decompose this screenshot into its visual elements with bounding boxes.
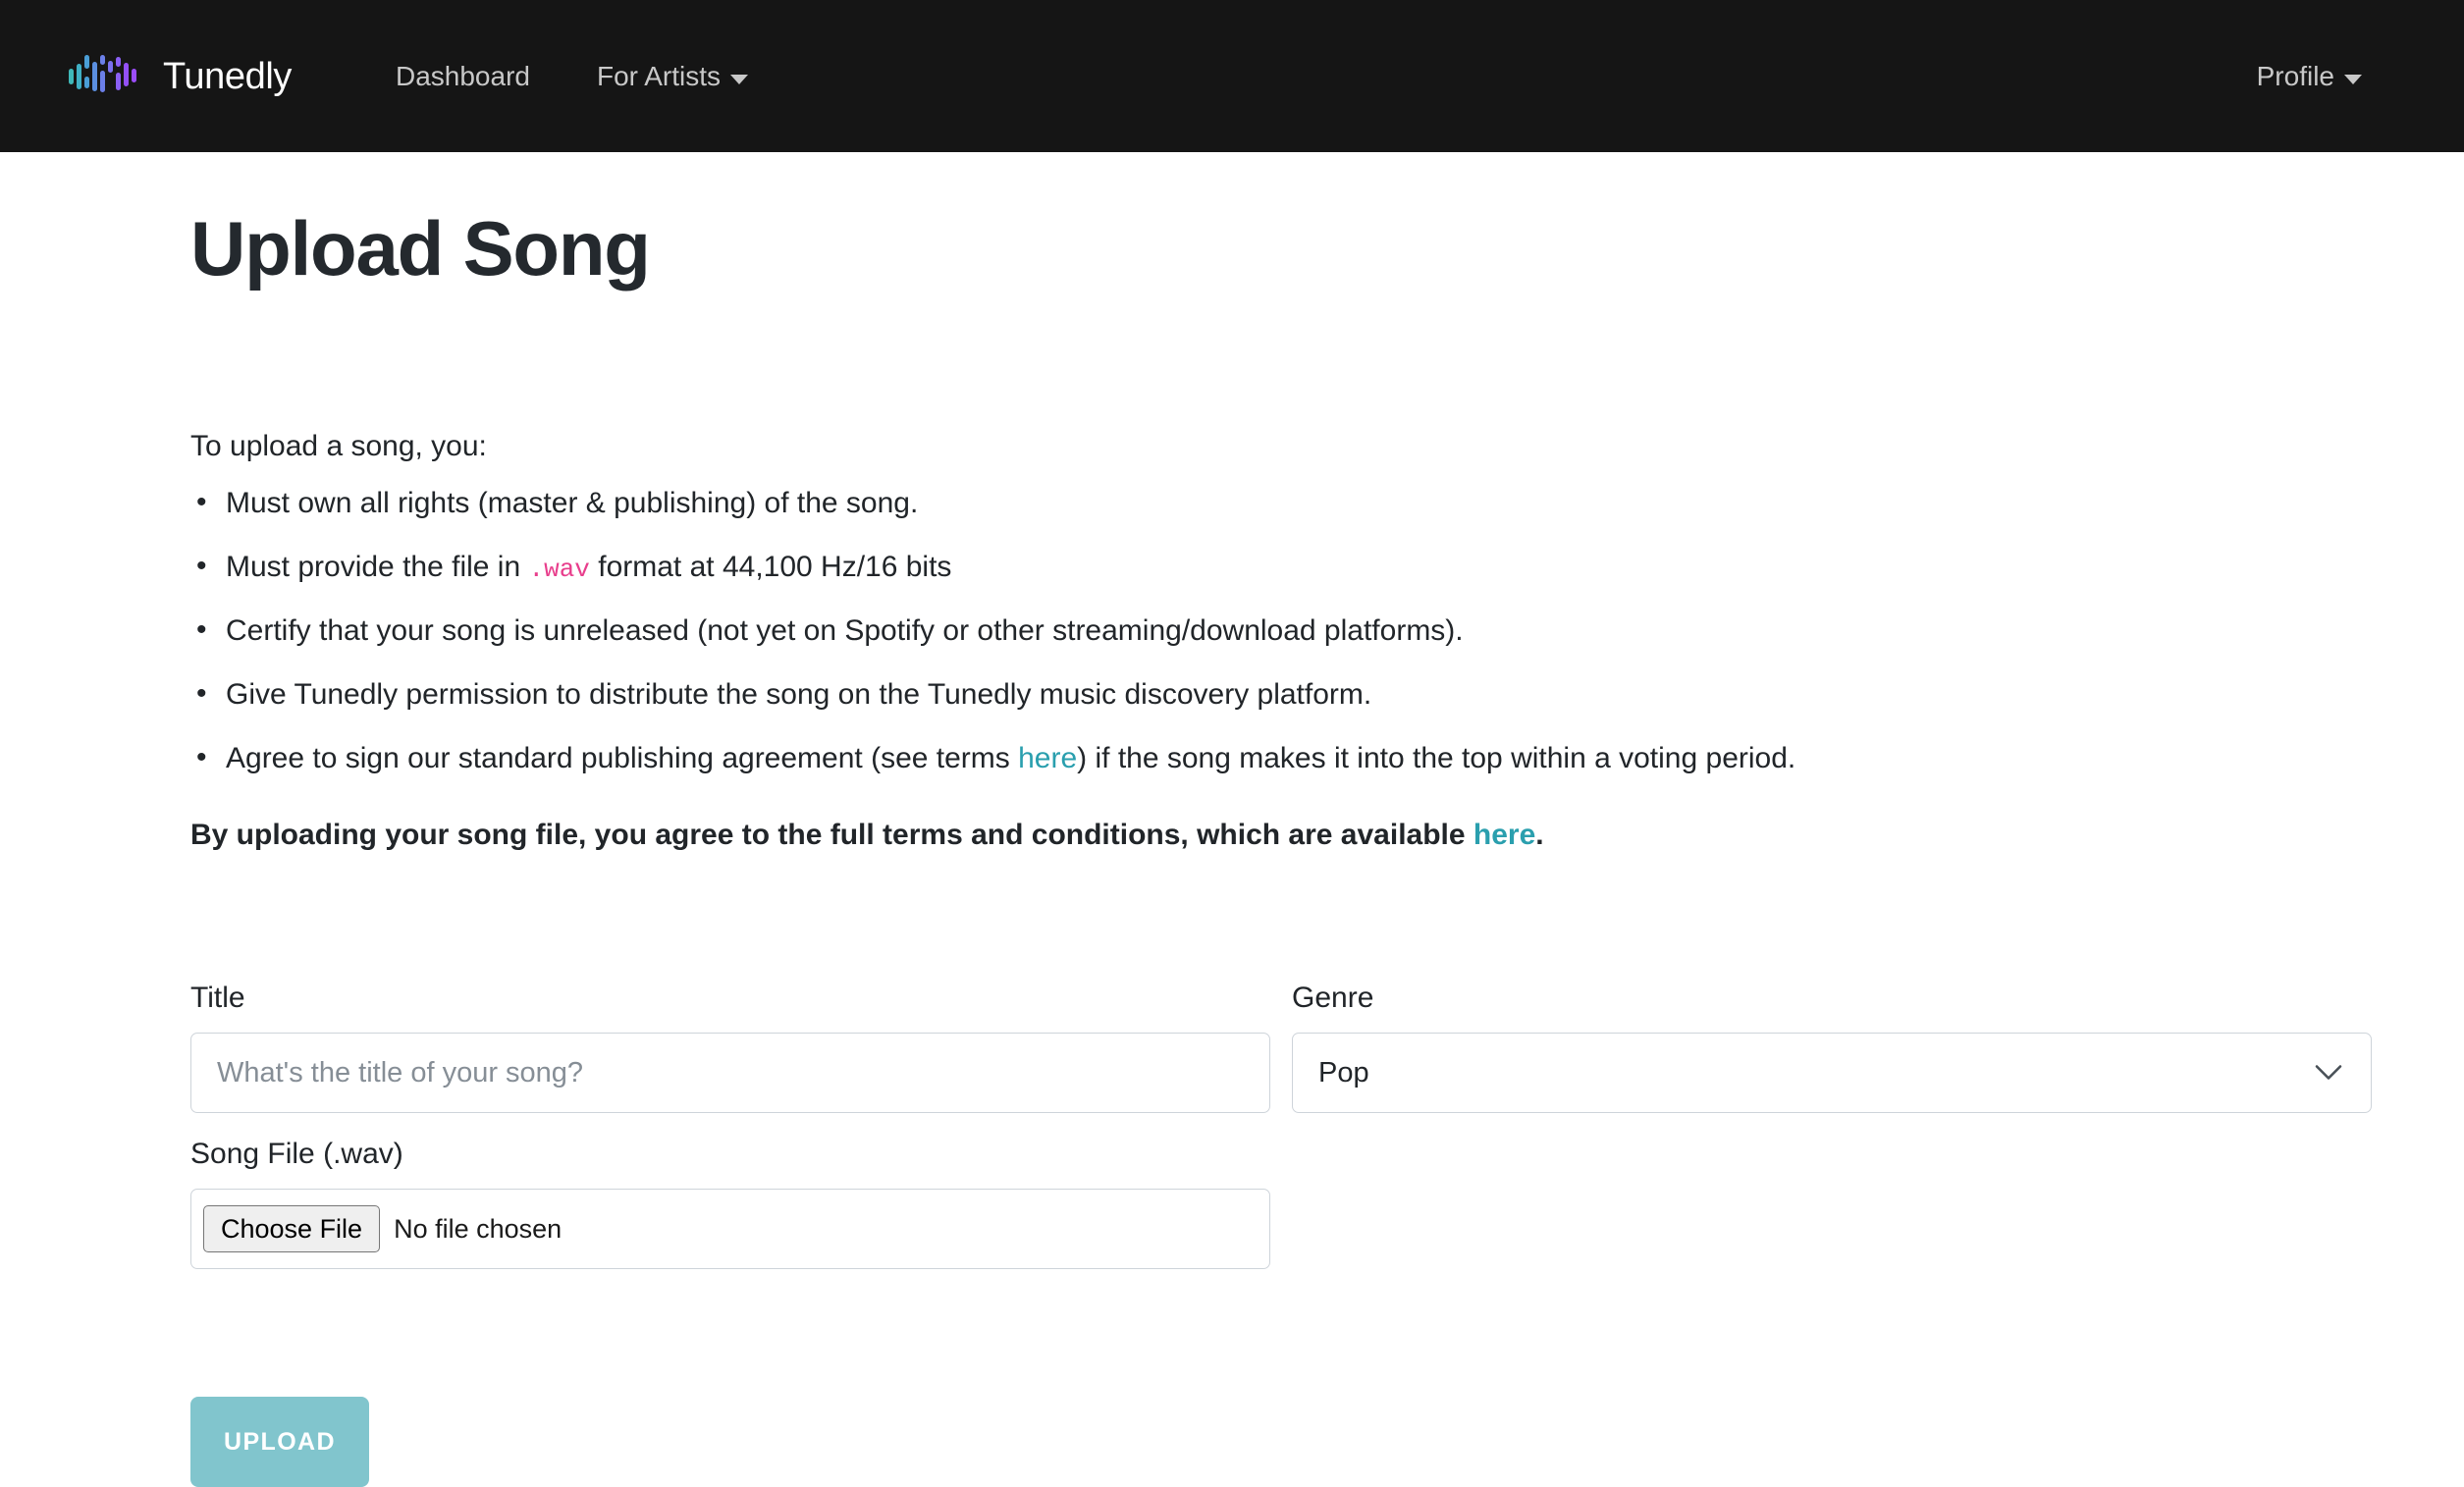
profile-menu-label: Profile	[2256, 60, 2334, 91]
nav-link-dashboard-label: Dashboard	[395, 60, 530, 91]
form-row-title-genre: Title Song File (.wav) Choose File No fi…	[190, 979, 2385, 1291]
title-label: Title	[190, 982, 245, 1015]
requirement-item: Must own all rights (master & publishing…	[190, 479, 2385, 527]
chevron-down-icon	[2344, 74, 2362, 84]
upload-submit-button[interactable]: UPLOAD	[190, 1397, 369, 1487]
agreement-notice: By uploading your song file, you agree t…	[190, 812, 2385, 859]
requirement-text: format at 44,100 Hz/16 bits	[589, 551, 952, 584]
upload-requirements-section: To upload a song, you: Must own all righ…	[190, 423, 2385, 859]
requirements-lead: To upload a song, you:	[190, 430, 487, 463]
choose-file-button[interactable]: Choose File	[203, 1204, 381, 1253]
requirements-list: Must own all rights (master & publishing…	[190, 479, 2385, 782]
requirement-text: Must provide the file in	[226, 551, 529, 584]
file-format-code: .wav	[528, 555, 590, 585]
tunedly-waveform-logo-icon	[69, 54, 136, 92]
primary-nav: Dashboard For Artists	[362, 49, 2223, 104]
profile-menu[interactable]: Profile	[2223, 49, 2395, 104]
agreement-text-before: By uploading your song file, you agree t…	[190, 819, 1473, 852]
nav-right-group: Profile	[2223, 49, 2395, 104]
requirement-text: Agree to sign our standard publishing ag…	[226, 742, 1019, 775]
page-title: Upload Song	[190, 205, 651, 292]
nav-link-for-artists-label: For Artists	[596, 60, 721, 91]
genre-select-wrapper: Pop	[1292, 1033, 2372, 1114]
brand-name: Tunedly	[163, 55, 292, 97]
field-group-song-file: Song File (.wav) Choose File No file cho…	[190, 1135, 1270, 1270]
field-group-title: Title	[190, 979, 1270, 1114]
file-chosen-status: No file chosen	[394, 1213, 562, 1244]
agreement-terms-link[interactable]: here	[1473, 819, 1535, 851]
song-file-label: Song File (.wav)	[190, 1138, 403, 1171]
requirement-text: Certify that your song is unreleased (no…	[226, 614, 1464, 648]
top-navbar: Tunedly Dashboard For Artists Profile	[0, 0, 2464, 152]
requirement-text: ) if the song makes it into the top with…	[1077, 742, 1796, 775]
requirement-item: Must provide the file in .wav format at …	[190, 543, 2385, 591]
chevron-down-icon	[729, 74, 748, 84]
form-col-genre: Genre Pop	[1292, 979, 2372, 1291]
song-title-input[interactable]	[190, 1033, 1270, 1114]
content-container: Upload Song To upload a song, you: Must …	[0, 203, 2464, 1487]
field-group-genre: Genre Pop	[1292, 979, 2372, 1114]
upload-form: Title Song File (.wav) Choose File No fi…	[190, 979, 2385, 1487]
page-body: Upload Song To upload a song, you: Must …	[0, 203, 2464, 1487]
brand-logo-link[interactable]: Tunedly	[69, 54, 292, 98]
form-col-title: Title Song File (.wav) Choose File No fi…	[190, 979, 1270, 1291]
requirement-item: Agree to sign our standard publishing ag…	[190, 734, 2385, 782]
terms-link[interactable]: here	[1018, 742, 1077, 774]
requirement-text: Give Tunedly permission to distribute th…	[226, 678, 1372, 712]
requirement-item: Certify that your song is unreleased (no…	[190, 607, 2385, 655]
nav-link-dashboard[interactable]: Dashboard	[362, 49, 563, 104]
agreement-text-after: .	[1535, 819, 1544, 852]
genre-label: Genre	[1292, 982, 1374, 1015]
genre-select[interactable]: Pop	[1292, 1033, 2372, 1114]
song-file-input[interactable]: Choose File No file chosen	[190, 1189, 1270, 1270]
nav-link-for-artists[interactable]: For Artists	[563, 49, 781, 104]
requirement-text: Must own all rights (master & publishing…	[226, 487, 919, 520]
requirement-item: Give Tunedly permission to distribute th…	[190, 670, 2385, 718]
